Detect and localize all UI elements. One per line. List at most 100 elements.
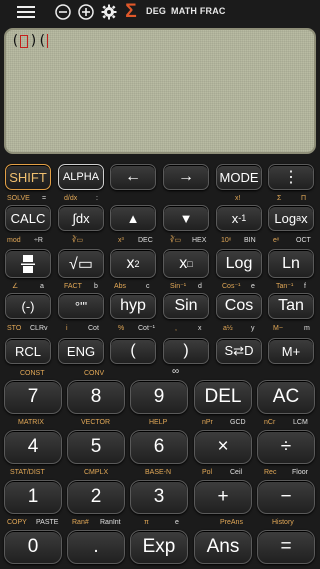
label-sto: STO <box>7 325 22 332</box>
delete-button[interactable]: DEL <box>194 380 252 414</box>
ans-button[interactable]: Ans <box>194 530 252 564</box>
label-solve: SOLVE <box>7 195 30 202</box>
decimal-point-button[interactable]: . <box>67 530 125 564</box>
equals-button[interactable]: = <box>257 530 315 564</box>
digit-1-button[interactable]: 1 <box>4 480 62 514</box>
negative-label: (-) <box>21 298 35 314</box>
fraction-button[interactable] <box>5 249 51 278</box>
alpha-button[interactable]: ALPHA <box>58 164 104 190</box>
hyp-button[interactable]: hyp <box>110 293 156 319</box>
fraction-icon <box>21 254 35 273</box>
down-button[interactable]: ▼ <box>163 205 209 231</box>
digit-6-button[interactable]: 6 <box>130 430 188 464</box>
right-paren-button[interactable]: ) <box>163 338 209 364</box>
digit-9-button[interactable]: 9 <box>130 380 188 414</box>
label-cuberoot: ∛▭ <box>72 237 84 244</box>
digit-5-button[interactable]: 5 <box>67 430 125 464</box>
digit-7-button[interactable]: 7 <box>4 380 62 414</box>
label-divr: ÷R <box>34 237 43 244</box>
left-arrow-button[interactable]: ← <box>110 164 156 190</box>
minus-label: − <box>280 486 292 507</box>
log-base-x: x <box>301 210 308 226</box>
left-paren-label: ( <box>130 342 136 359</box>
negative-button[interactable]: (-) <box>5 293 51 319</box>
label-euler: e <box>175 519 179 526</box>
label-rec: Rec <box>264 469 277 476</box>
digit-4-button[interactable]: 4 <box>4 430 62 464</box>
digit-3-button[interactable]: 3 <box>130 480 188 514</box>
label-x: x <box>198 325 202 332</box>
label-b: b <box>94 283 98 290</box>
right-arrow-icon: → <box>178 168 194 185</box>
digit-2-button[interactable]: 2 <box>67 480 125 514</box>
gear-icon[interactable] <box>100 3 118 21</box>
integral-button[interactable]: ∫dx <box>58 205 104 231</box>
cos-label: Cos <box>224 297 254 314</box>
plus-button[interactable]: + <box>194 480 252 514</box>
hamburger-menu-icon[interactable] <box>16 3 36 21</box>
more-vert-icon: ⋮ <box>283 169 299 186</box>
sigma-icon[interactable]: Σ <box>123 1 139 22</box>
log-button[interactable]: Log <box>216 249 262 278</box>
label-i: i <box>66 325 68 332</box>
decimal-point-label: . <box>93 536 99 557</box>
label-ran: Ran# <box>72 519 89 526</box>
sqrt-button[interactable]: √▭ <box>58 249 104 278</box>
label-help: HELP <box>149 419 168 426</box>
left-paren-button[interactable]: ( <box>110 338 156 364</box>
label-xroot: ∛▭ <box>170 237 182 244</box>
expression-input: ( )( <box>11 33 49 49</box>
up-button[interactable]: ▲ <box>110 205 156 231</box>
left-arrow-icon: ← <box>125 168 141 185</box>
label-paste: PASTE <box>36 519 59 526</box>
more-options-button[interactable]: ⋮ <box>268 164 314 190</box>
ln-button[interactable]: Ln <box>268 249 314 278</box>
power-button[interactable]: x □ <box>163 249 209 278</box>
up-triangle-icon: ▲ <box>126 210 140 226</box>
digit-3-label: 3 <box>153 486 165 507</box>
label-colon: : <box>96 195 98 202</box>
label-pol: Pol <box>202 469 213 476</box>
m-plus-label: M+ <box>281 343 301 359</box>
shift-button[interactable]: SHIFT <box>5 164 51 190</box>
label-const: CONST <box>20 370 45 377</box>
label-copy: COPY <box>7 519 27 526</box>
label-clrv: CLRv <box>30 325 48 332</box>
label-npr: nPr <box>202 419 213 426</box>
input-placeholder-box <box>20 34 29 48</box>
eng-button[interactable]: ENG <box>58 338 104 364</box>
right-paren-label: ) <box>183 342 189 359</box>
label-ncr: nCr <box>264 419 276 426</box>
digit-0-button[interactable]: 0 <box>4 530 62 564</box>
mode-button[interactable]: MODE <box>216 164 262 190</box>
s-d-button[interactable]: S⇄D <box>216 338 262 364</box>
label-cot: Cot <box>88 325 99 332</box>
label-gcd: GCD <box>230 419 246 426</box>
right-arrow-button[interactable]: → <box>163 164 209 190</box>
rcl-button[interactable]: RCL <box>5 338 51 364</box>
digit-5-label: 5 <box>90 436 102 457</box>
minus-button[interactable]: − <box>257 480 315 514</box>
calc-button[interactable]: CALC <box>5 205 51 231</box>
digit-8-button[interactable]: 8 <box>67 380 125 414</box>
sin-button[interactable]: Sin <box>163 293 209 319</box>
minus-circle-icon[interactable] <box>54 3 72 21</box>
label-cube: x³ <box>118 237 124 244</box>
square-button[interactable]: x2 <box>110 249 156 278</box>
calculator-display[interactable]: ( )( <box>4 28 316 154</box>
deg-min-sec-button[interactable]: °'" <box>58 293 104 319</box>
tan-button[interactable]: Tan <box>268 293 314 319</box>
m-plus-button[interactable]: M+ <box>268 338 314 364</box>
label-fact: FACT <box>64 283 82 290</box>
all-clear-button[interactable]: AC <box>257 380 315 414</box>
divide-button[interactable]: ÷ <box>257 430 315 464</box>
open-paren-text: ( <box>11 33 20 49</box>
multiply-button[interactable]: × <box>194 430 252 464</box>
log-base-button[interactable]: Log a x <box>268 205 314 231</box>
inverse-button[interactable]: x -1 <box>216 205 262 231</box>
cos-button[interactable]: Cos <box>216 293 262 319</box>
exp-button[interactable]: Exp <box>130 530 188 564</box>
plus-circle-icon[interactable] <box>77 3 95 21</box>
label-factorial: x! <box>235 195 241 202</box>
label-product: Π <box>301 195 307 202</box>
